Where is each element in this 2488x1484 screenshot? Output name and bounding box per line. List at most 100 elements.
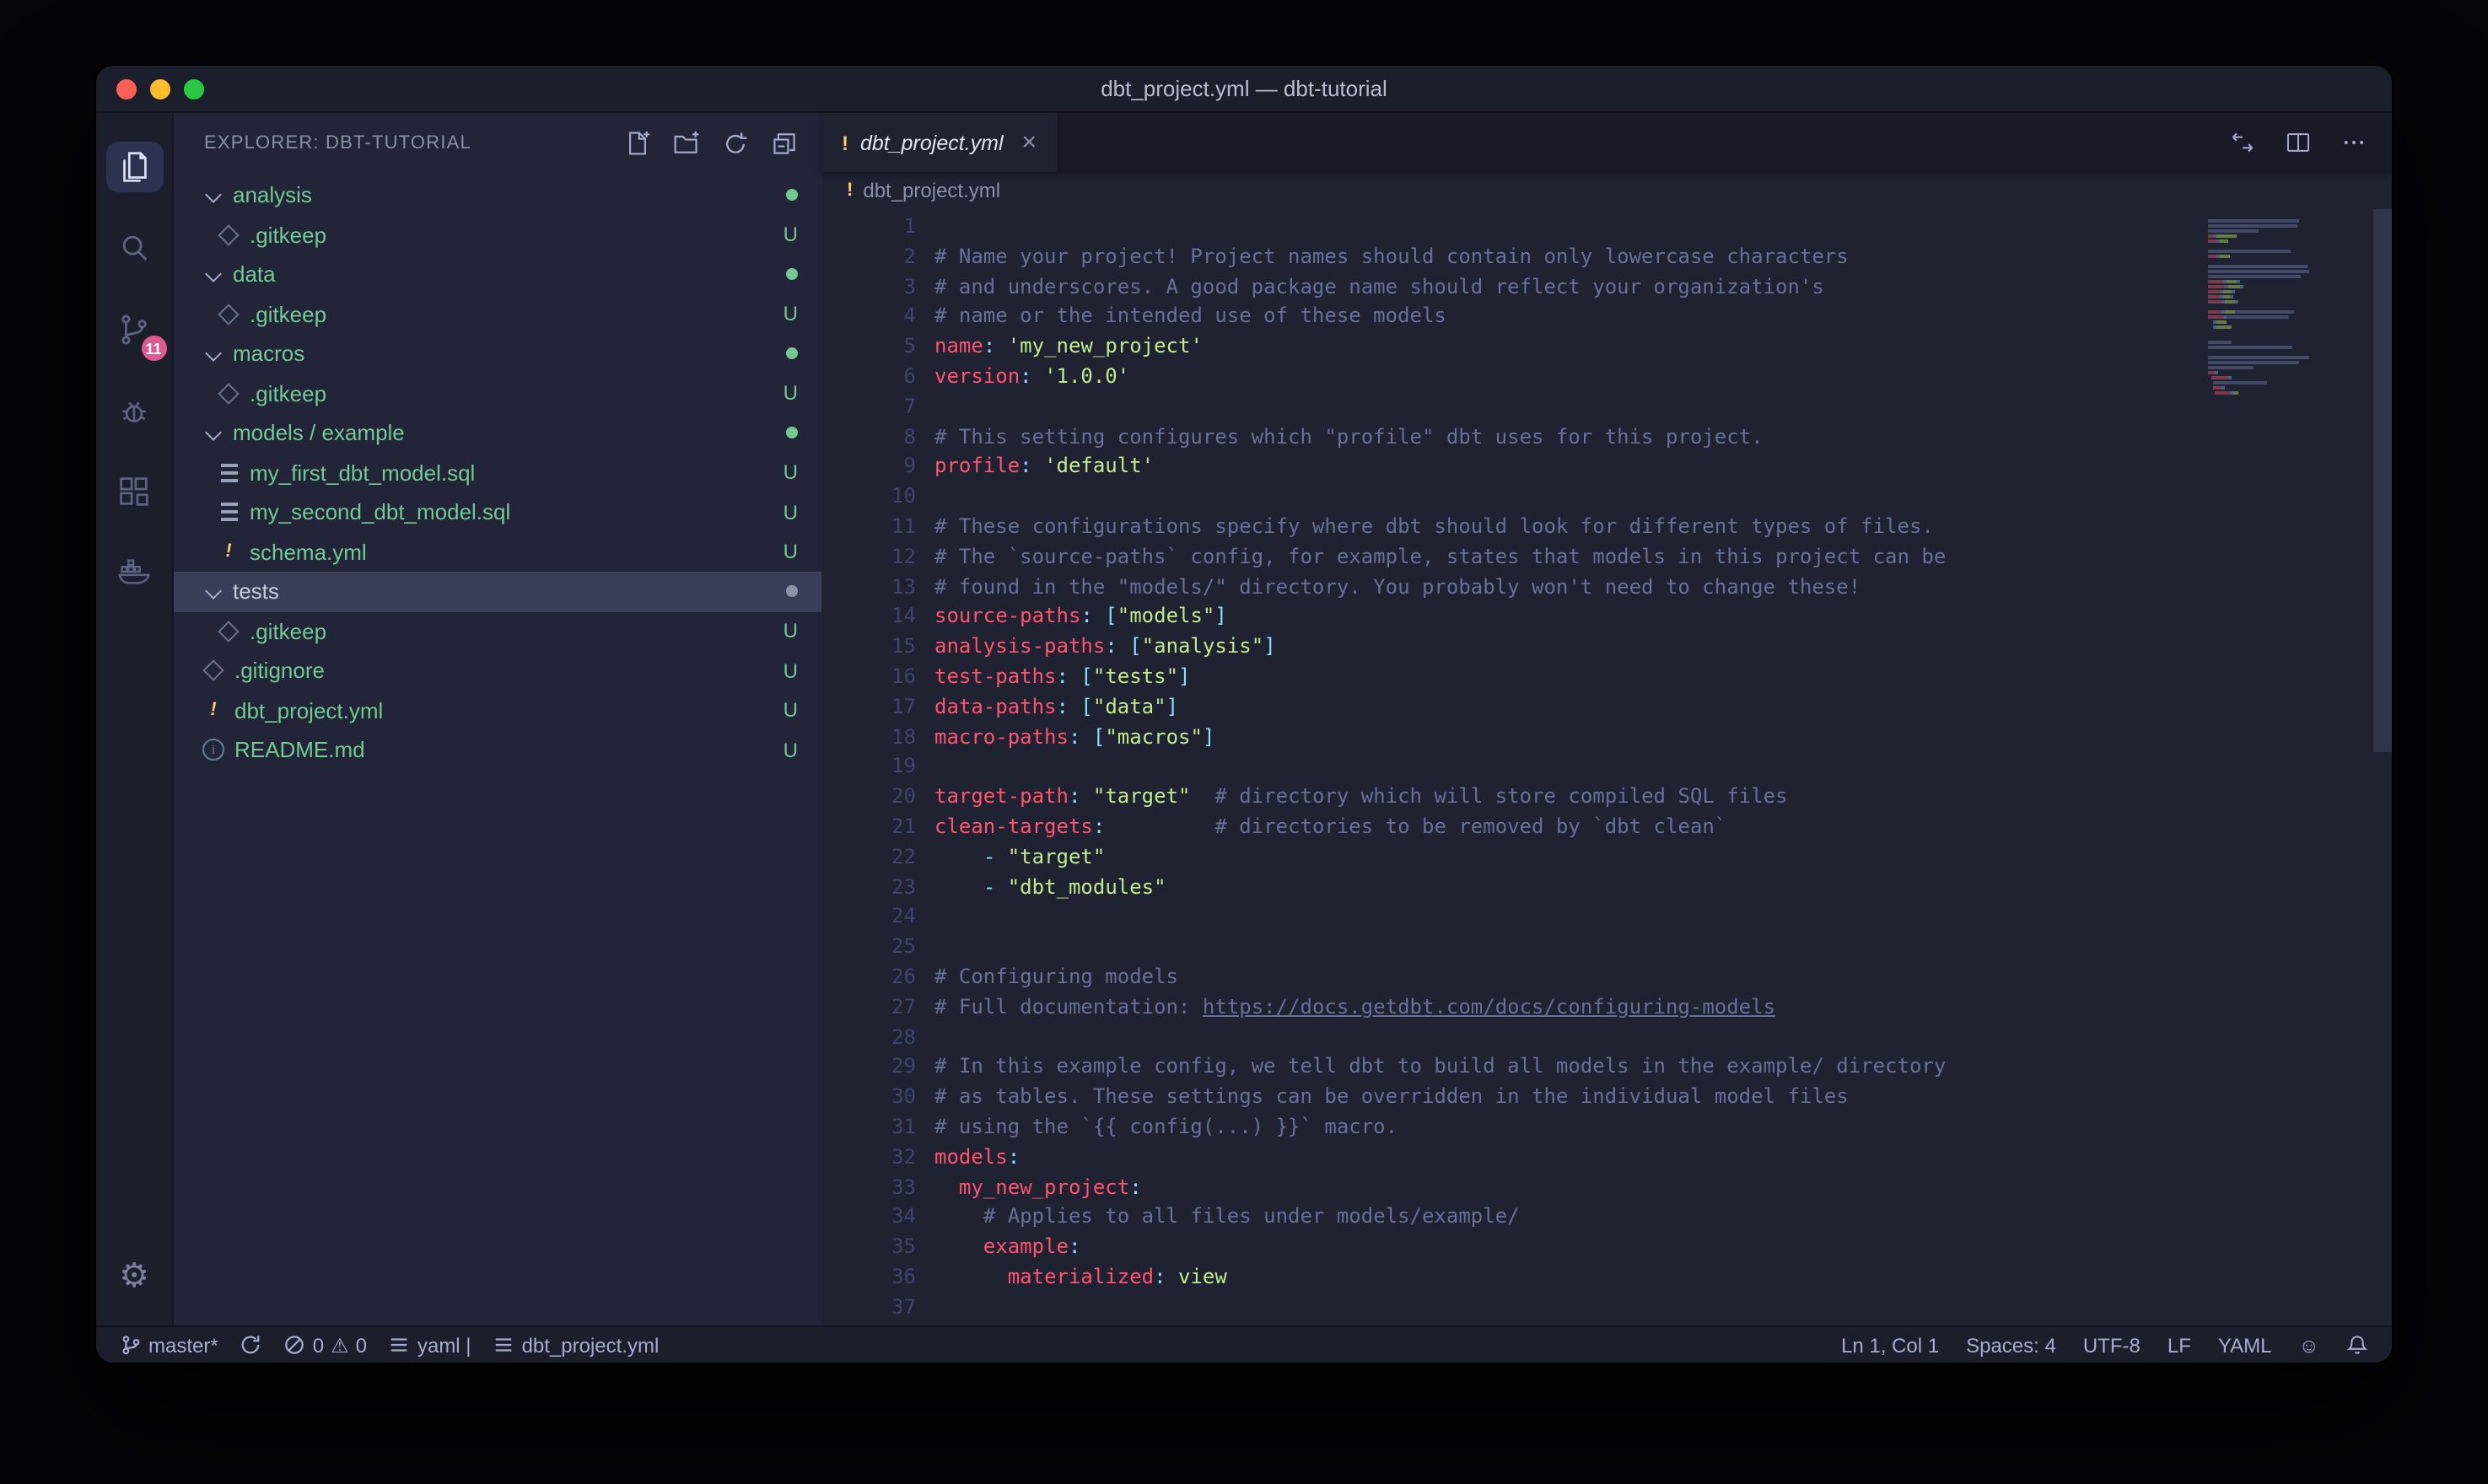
tree-file-.gitignore[interactable]: .gitignoreU [174,651,821,691]
close-tab-icon[interactable]: × [1022,130,1037,155]
scrollbar-thumb[interactable] [2373,209,2392,752]
code-line-10[interactable]: 10 [821,482,2392,513]
open-changes-icon[interactable] [2228,128,2257,157]
code-area[interactable]: 12# Name your project! Project names sho… [821,209,2392,1325]
new-file-icon[interactable] [624,129,651,156]
code-line-4[interactable]: 4# name or the intended use of these mod… [821,303,2392,333]
line-number: 27 [821,992,916,1023]
code-line-7[interactable]: 7 [821,393,2392,423]
yaml-status-item[interactable]: yaml | [389,1333,471,1357]
code-line-21[interactable]: 21clean-targets: # directories to be rem… [821,813,2392,843]
code-line-28[interactable]: 28 [821,1023,2392,1053]
minimap-token [2208,346,2235,349]
tree-file-my-first-dbt-model.sql[interactable]: my_first_dbt_model.sqlU [174,453,821,492]
code-line-5[interactable]: 5name: 'my_new_project' [821,332,2392,363]
eol-item[interactable]: LF [2168,1333,2191,1357]
minimap-line [2208,265,2370,268]
search-icon[interactable] [96,207,173,288]
code-line-17[interactable]: 17data-paths: ["data"] [821,693,2392,723]
docker-icon[interactable] [96,531,173,612]
tree-file-dbt-project.yml[interactable]: !dbt_project.ymlU [174,691,821,730]
code-line-26[interactable]: 26# Configuring models [821,963,2392,993]
code-line-25[interactable]: 25 [821,933,2392,963]
zoom-window-button[interactable] [184,78,204,99]
tab-dbt-project-yml[interactable]: ! dbt_project.yml × [821,113,1058,172]
minimap-token [2228,285,2240,288]
code-line-35[interactable]: 35 example: [821,1233,2392,1263]
code-line-27[interactable]: 27# Full documentation: https://docs.get… [821,992,2392,1023]
minimize-window-button[interactable] [150,78,170,99]
code-line-14[interactable]: 14source-paths: ["models"] [821,603,2392,633]
code-line-13[interactable]: 13# found in the "models/" directory. Yo… [821,573,2392,603]
explorer-icon[interactable] [96,126,173,207]
code-line-15[interactable]: 15analysis-paths: ["analysis"] [821,632,2392,663]
refresh-icon[interactable] [722,129,749,156]
minimap[interactable] [2208,214,2370,401]
code-line-29[interactable]: 29# In this example config, we tell dbt … [821,1053,2392,1083]
breadcrumb[interactable]: ! dbt_project.yml [821,172,2392,209]
code-line-2[interactable]: 2# Name your project! Project names shou… [821,243,2392,273]
explorer-sidebar: EXPLORER: DBT-TUTORIAL analysis.gitkeepU… [174,113,821,1325]
minimap-line [2208,331,2370,334]
code-line-20[interactable]: 20target-path: "target" # directory whic… [821,782,2392,813]
code-line-22[interactable]: 22 - "target" [821,842,2392,873]
tree-folder-data[interactable]: data [174,255,821,294]
code-line-36[interactable]: 36 materialized: view [821,1263,2392,1293]
tree-folder-tests[interactable]: tests [174,572,821,611]
tree-file-.gitkeep[interactable]: .gitkeepU [174,294,821,334]
feedback-smiley-icon[interactable]: ☺ [2298,1333,2319,1357]
tree-file-readme.md[interactable]: README.mdU [174,730,821,770]
source-control-icon[interactable]: 11 [96,288,173,369]
tree-folder-models-example[interactable]: models / example [174,413,821,453]
code-line-33[interactable]: 33 my_new_project: [821,1173,2392,1203]
code-line-37[interactable]: 37 [821,1293,2392,1323]
close-window-button[interactable] [116,78,137,99]
tree-item-label: schema.yml [250,540,367,565]
code-line-9[interactable]: 9profile: 'default' [821,453,2392,483]
new-folder-icon[interactable] [673,129,700,156]
code-line-8[interactable]: 8# This setting configures which "profil… [821,422,2392,453]
tree-file-.gitkeep[interactable]: .gitkeepU [174,215,821,255]
tree-file-schema.yml[interactable]: !schema.ymlU [174,532,821,572]
tree-file-.gitkeep[interactable]: .gitkeepU [174,374,821,413]
debug-icon[interactable] [96,369,173,450]
indentation-item[interactable]: Spaces: 4 [1966,1333,2056,1357]
code-line-3[interactable]: 3# and underscores. A good package name … [821,272,2392,303]
code-line-19[interactable]: 19 [821,753,2392,783]
encoding-item[interactable]: UTF-8 [2083,1333,2141,1357]
code-line-24[interactable]: 24 [821,903,2392,933]
settings-gear-icon[interactable]: ⚙ [96,1234,173,1315]
cursor-position-item[interactable]: Ln 1, Col 1 [1841,1333,1939,1357]
problems-item[interactable]: 0 ⚠ 0 [284,1333,367,1357]
more-actions-icon[interactable] [2340,128,2368,157]
code-line-1[interactable]: 1 [821,212,2392,243]
line-number: 5 [821,332,916,363]
collapse-all-icon[interactable] [771,129,798,156]
notifications-bell-icon[interactable] [2346,1334,2368,1356]
code-line-30[interactable]: 30# as tables. These settings can be ove… [821,1083,2392,1113]
git-branch-item[interactable]: master* [120,1333,218,1357]
code-line-16[interactable]: 16test-paths: ["tests"] [821,663,2392,693]
code-line-12[interactable]: 12# The `source-paths` config, for examp… [821,543,2392,573]
titlebar[interactable]: dbt_project.yml — dbt-tutorial [96,66,2392,113]
code-line-23[interactable]: 23 - "dbt_modules" [821,873,2392,903]
active-file-item[interactable]: dbt_project.yml [493,1333,660,1357]
code-token: version [934,364,1020,388]
minimap-line [2208,270,2370,273]
language-mode-item[interactable]: YAML [2218,1333,2272,1357]
split-editor-icon[interactable] [2284,128,2313,157]
extensions-icon[interactable] [96,450,173,531]
tree-folder-analysis[interactable]: analysis [174,175,821,215]
tree-file-.gitkeep[interactable]: .gitkeepU [174,611,821,651]
code-line-32[interactable]: 32models: [821,1143,2392,1173]
code-line-18[interactable]: 18macro-paths: ["macros"] [821,723,2392,753]
sql-file-icon [216,503,241,522]
git-status-dot [786,427,798,439]
code-line-6[interactable]: 6version: '1.0.0' [821,363,2392,393]
code-line-11[interactable]: 11# These configurations specify where d… [821,513,2392,543]
tree-file-my-second-dbt-model.sql[interactable]: my_second_dbt_model.sqlU [174,492,821,532]
tree-folder-macros[interactable]: macros [174,334,821,374]
code-line-31[interactable]: 31# using the `{{ config(...) }}` macro. [821,1113,2392,1143]
code-line-34[interactable]: 34 # Applies to all files under models/e… [821,1203,2392,1234]
sync-changes-item[interactable] [240,1334,262,1356]
